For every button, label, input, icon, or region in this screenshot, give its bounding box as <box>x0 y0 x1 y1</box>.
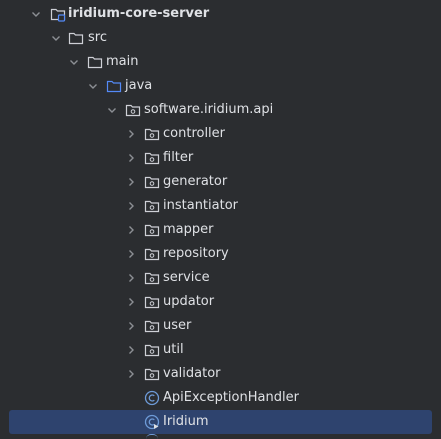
tree-label-subpackage: repository <box>163 246 229 261</box>
tree-row-class[interactable]: ApiExceptionHandler <box>0 386 441 410</box>
tree-row-class-selected[interactable]: Iridium <box>9 410 432 434</box>
chevron-down-icon[interactable] <box>50 32 62 44</box>
tree-row-subpackage[interactable]: controller <box>0 122 441 146</box>
chevron-right-icon[interactable] <box>125 200 137 212</box>
source-folder-icon <box>106 80 122 93</box>
chevron-down-icon[interactable] <box>68 56 80 68</box>
package-icon <box>144 152 160 165</box>
chevron-right-icon[interactable] <box>125 368 137 380</box>
chevron-right-icon[interactable] <box>125 272 137 284</box>
runnable-class-icon <box>144 414 160 430</box>
tree-label-subpackage: updator <box>163 294 215 309</box>
tree-label-src: src <box>88 30 107 45</box>
tree-row-subpackage[interactable]: generator <box>0 170 441 194</box>
package-icon <box>144 176 160 189</box>
tree-row-subpackage[interactable]: user <box>0 314 441 338</box>
tree-row-main[interactable]: main <box>0 50 441 74</box>
next-item-icon-partial <box>146 434 158 439</box>
class-icon <box>144 390 160 406</box>
project-tree: iridium-core-server src main java softwa… <box>0 0 441 439</box>
tree-row-subpackage[interactable]: filter <box>0 146 441 170</box>
chevron-right-icon[interactable] <box>125 152 137 164</box>
tree-row-subpackage[interactable]: mapper <box>0 218 441 242</box>
tree-label-subpackage: service <box>163 270 210 285</box>
tree-label-subpackage: instantiator <box>163 198 238 213</box>
tree-row-subpackage[interactable]: validator <box>0 362 441 386</box>
tree-label-subpackage: controller <box>163 126 226 141</box>
tree-row-java[interactable]: java <box>0 74 441 98</box>
chevron-right-icon[interactable] <box>125 176 137 188</box>
tree-label-class: ApiExceptionHandler <box>163 390 299 405</box>
package-icon <box>144 248 160 261</box>
tree-row-subpackage[interactable]: repository <box>0 242 441 266</box>
package-icon <box>144 272 160 285</box>
package-icon <box>144 320 160 333</box>
tree-label-subpackage: generator <box>163 174 228 189</box>
chevron-down-icon[interactable] <box>87 80 99 92</box>
module-folder-icon <box>50 8 66 22</box>
package-icon <box>144 128 160 141</box>
tree-row-subpackage[interactable]: util <box>0 338 441 362</box>
chevron-right-icon[interactable] <box>125 296 137 308</box>
tree-label-subpackage: validator <box>163 366 221 381</box>
package-icon <box>144 224 160 237</box>
tree-label-class: Iridium <box>163 414 209 429</box>
tree-label-java: java <box>125 78 153 93</box>
tree-row-subpackage[interactable]: updator <box>0 290 441 314</box>
folder-icon <box>87 56 103 69</box>
package-icon <box>144 344 160 357</box>
package-icon <box>144 296 160 309</box>
tree-row-subpackage[interactable]: instantiator <box>0 194 441 218</box>
chevron-down-icon[interactable] <box>30 8 42 20</box>
chevron-right-icon[interactable] <box>125 320 137 332</box>
tree-row-subpackage[interactable]: service <box>0 266 441 290</box>
package-icon <box>144 368 160 381</box>
tree-label-subpackage: user <box>163 318 192 333</box>
tree-label-package: software.iridium.api <box>144 102 274 117</box>
chevron-right-icon[interactable] <box>125 344 137 356</box>
chevron-right-icon[interactable] <box>125 248 137 260</box>
tree-row-module[interactable]: iridium-core-server <box>0 2 441 26</box>
tree-label-module: iridium-core-server <box>68 6 210 21</box>
tree-row-src[interactable]: src <box>0 26 441 50</box>
tree-label-subpackage: mapper <box>163 222 214 237</box>
folder-icon <box>68 32 84 45</box>
package-icon <box>125 104 141 117</box>
chevron-right-icon[interactable] <box>125 224 137 236</box>
tree-row-package[interactable]: software.iridium.api <box>0 98 441 122</box>
tree-label-subpackage: util <box>163 342 184 357</box>
tree-label-main: main <box>106 54 139 69</box>
chevron-down-icon[interactable] <box>106 104 118 116</box>
tree-label-subpackage: filter <box>163 150 194 165</box>
chevron-right-icon[interactable] <box>125 128 137 140</box>
package-icon <box>144 200 160 213</box>
